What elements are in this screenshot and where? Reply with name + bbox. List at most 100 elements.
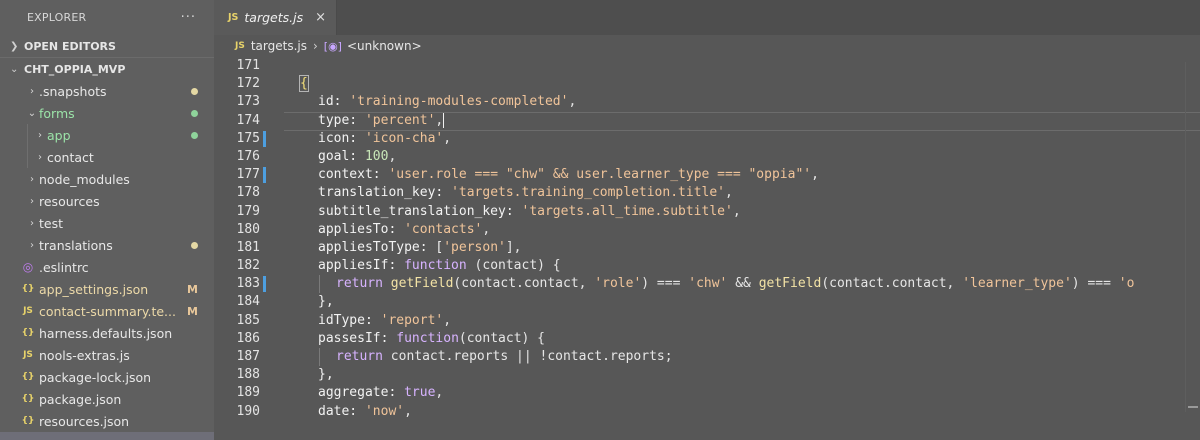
project-folder-label: CHT_OPPIA_MVP xyxy=(24,62,126,76)
modified-badge: M xyxy=(187,304,198,318)
json-icon: {} xyxy=(21,328,35,338)
more-actions-icon[interactable]: ··· xyxy=(181,10,196,25)
code-line: 187 return contact.reports || !contact.re… xyxy=(214,348,1200,367)
code-text: date: 'now', xyxy=(318,403,412,419)
code-text: }, xyxy=(318,367,334,383)
tree-item-label: .eslintrc xyxy=(39,259,89,275)
tree-item-selected-partial[interactable] xyxy=(0,432,214,440)
tree-item-node-modules[interactable]: › node_modules xyxy=(0,168,214,190)
tree-item-label: node_modules xyxy=(39,171,130,187)
code-text: passesIf: function(contact) { xyxy=(318,330,545,346)
tree-item-resources[interactable]: › resources xyxy=(0,190,214,212)
line-number: 184 xyxy=(236,294,260,310)
tree-item-snapshots[interactable]: › .snapshots xyxy=(0,80,214,102)
tab-bar: JS targets.js × xyxy=(214,0,1200,35)
code-line: 178 translation_key: 'targets.training_co… xyxy=(214,184,1200,202)
line-number: 175 xyxy=(236,130,260,146)
tree-item-label: harness.defaults.json xyxy=(39,325,173,341)
chevron-right-icon: › xyxy=(312,39,318,53)
line-number: 189 xyxy=(236,385,260,401)
code-line: 179 subtitle_translation_key: 'targets.al… xyxy=(214,203,1200,221)
line-number: 176 xyxy=(236,148,260,164)
tree-item-contact-summary[interactable]: JS contact-summary.te... M xyxy=(0,300,214,322)
code-line: 175 icon: 'icon-cha', xyxy=(214,130,1200,148)
vertical-scrollbar[interactable] xyxy=(1185,62,1200,412)
line-number: 187 xyxy=(236,349,260,364)
js-icon: JS xyxy=(228,12,239,23)
tree-item-package[interactable]: {} package.json xyxy=(0,388,214,410)
code-line: 182 appliesIf: function (contact) { xyxy=(214,257,1200,275)
bracket-match: { xyxy=(299,75,309,93)
open-editors-label: OPEN EDITORS xyxy=(24,39,116,53)
tree-item-label: translations xyxy=(39,237,113,253)
tree-item-test[interactable]: › test xyxy=(0,212,214,234)
chevron-right-icon: › xyxy=(38,129,42,141)
json-icon: {} xyxy=(21,416,35,426)
line-number: 188 xyxy=(236,367,260,383)
project-folder-section[interactable]: ⌄ CHT_OPPIA_MVP xyxy=(0,58,214,80)
tree-item-harness-defaults[interactable]: {} harness.defaults.json xyxy=(0,322,214,344)
code-text: appliesToType: ['person'], xyxy=(318,239,522,255)
js-icon: JS xyxy=(23,350,33,360)
code-line: 176 goal: 100, xyxy=(214,148,1200,166)
symbol-icon: [◉] xyxy=(323,39,342,53)
tree-item-eslintrc[interactable]: ◎ .eslintrc xyxy=(0,256,214,278)
breadcrumb-file[interactable]: targets.js xyxy=(251,39,307,53)
chevron-right-icon: › xyxy=(30,173,34,185)
tab-targets-js[interactable]: JS targets.js × xyxy=(214,0,337,35)
tree-item-forms[interactable]: ⌄ forms xyxy=(0,102,214,124)
editor-area: JS targets.js × JS targets.js › [◉] <unk… xyxy=(214,0,1200,440)
line-number: 180 xyxy=(236,221,260,237)
line-number: 172 xyxy=(236,76,260,92)
chevron-right-icon: › xyxy=(30,85,34,97)
tree-item-label: package.json xyxy=(39,391,122,407)
tree-item-label: app xyxy=(47,127,71,143)
tree-item-label: contact xyxy=(47,149,94,165)
chevron-right-icon: › xyxy=(30,195,34,207)
json-icon: {} xyxy=(21,372,35,382)
tree-item-translations[interactable]: › translations xyxy=(0,234,214,256)
code-text: appliesIf: function (contact) { xyxy=(318,258,561,274)
code-line: 173 id: 'training-modules-completed', xyxy=(214,93,1200,111)
tree-item-contact[interactable]: › contact xyxy=(0,146,214,168)
code-text: icon: 'icon-cha', xyxy=(318,130,452,146)
tree-item-package-lock[interactable]: {} package-lock.json xyxy=(0,366,214,388)
code-line: 180 appliesTo: 'contacts', xyxy=(214,221,1200,239)
indent-guide xyxy=(319,348,320,367)
tree-item-label: test xyxy=(39,215,64,231)
tree-item-app-settings[interactable]: {} app_settings.json M xyxy=(0,278,214,300)
line-number: 183 xyxy=(236,276,260,292)
json-icon: {} xyxy=(21,394,35,404)
chevron-right-icon: › xyxy=(30,217,34,229)
untracked-dot xyxy=(191,124,198,146)
json-icon: {} xyxy=(21,284,35,294)
explorer-sidebar: EXPLORER ··· ❯ OPEN EDITORS ⌄ CHT_OPPIA_… xyxy=(0,0,214,440)
open-editors-section[interactable]: ❯ OPEN EDITORS xyxy=(0,35,214,57)
line-number: 173 xyxy=(236,94,260,110)
code-view[interactable]: 171 172 { 173 id: 'training-modules-comple… xyxy=(214,57,1200,440)
line-number: 186 xyxy=(236,330,260,346)
modified-badge: M xyxy=(187,282,198,296)
code-line: 190 date: 'now', xyxy=(214,403,1200,421)
close-icon[interactable]: × xyxy=(315,10,326,25)
explorer-header: EXPLORER ··· xyxy=(0,0,214,34)
line-number: 181 xyxy=(236,239,260,255)
git-modified-marker xyxy=(263,276,266,293)
code-line: 177 context: 'user.role === "chw" && user… xyxy=(214,166,1200,184)
code-text: goal: 100, xyxy=(318,148,397,164)
tree-item-resources-json[interactable]: {} resources.json xyxy=(0,410,214,432)
line-number: 179 xyxy=(236,203,260,219)
tree-item-label: nools-extras.js xyxy=(39,347,130,363)
code-line: 189 aggregate: true, xyxy=(214,384,1200,402)
tree-item-nools-extras[interactable]: JS nools-extras.js xyxy=(0,344,214,366)
line-number: 177 xyxy=(236,167,260,183)
breadcrumb-symbol[interactable]: <unknown> xyxy=(347,39,422,53)
code-text: appliesTo: 'contacts', xyxy=(318,221,491,237)
tree-item-app[interactable]: › app xyxy=(0,124,214,146)
git-modified-marker xyxy=(263,167,266,184)
chevron-right-icon: › xyxy=(30,239,34,251)
code-text: id: 'training-modules-completed', xyxy=(318,94,577,110)
line-number: 174 xyxy=(236,112,260,128)
code-line: 171 xyxy=(214,57,1200,75)
line-number: 182 xyxy=(236,258,260,274)
